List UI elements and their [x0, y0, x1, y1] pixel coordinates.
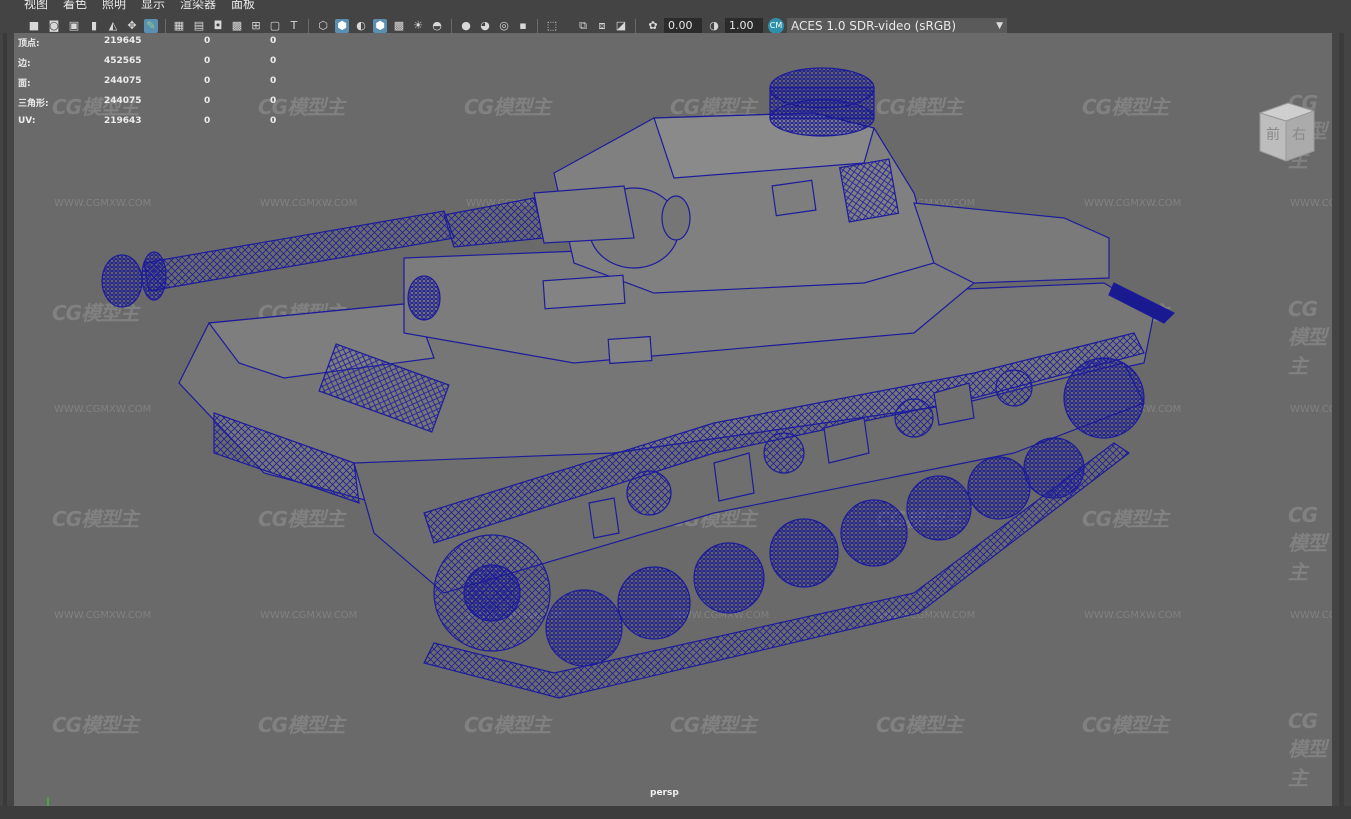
hud-value: 0 [270, 116, 277, 126]
2d-pan-icon[interactable]: ✥ [125, 19, 139, 33]
hud-value: 0 [204, 36, 211, 46]
viewcube-right-label: 右 [1292, 127, 1306, 143]
bookmark-icon[interactable]: ▮ [87, 19, 101, 33]
hud-value: 0 [204, 76, 211, 86]
hud-label: 边: [18, 59, 31, 69]
toolbar-separator [451, 19, 452, 34]
gamma-icon[interactable]: ◑ [707, 19, 721, 33]
axis-gizmo [47, 797, 49, 806]
screen-space-ao-icon[interactable]: ● [459, 19, 473, 33]
bottom-strip [0, 806, 1351, 819]
hud-value: 0 [270, 56, 277, 66]
hud-row-faces: 面: 244075 0 0 [18, 76, 278, 96]
hud-value: 0 [204, 96, 211, 106]
xray-icon[interactable]: ⧉ [576, 19, 590, 33]
menu-show[interactable]: 显示 [141, 0, 165, 11]
poly-count-hud: 顶点: 219645 0 0 边: 452565 0 0 面: 244075 0… [18, 36, 278, 136]
hud-value: 244075 [104, 76, 142, 86]
hud-label: 三角形: [18, 99, 49, 109]
hud-label: 顶点: [18, 39, 40, 49]
exposure-icon[interactable]: ✿ [646, 19, 660, 33]
menu-panels[interactable]: 面板 [231, 0, 255, 11]
hud-value: 219645 [104, 36, 142, 46]
camera-lock-icon[interactable]: ◙ [47, 19, 61, 33]
color-management-icon[interactable]: CM [768, 18, 784, 34]
menu-lighting[interactable]: 照明 [102, 0, 126, 11]
toolbar-separator [635, 19, 636, 34]
hud-row-vertices: 顶点: 219645 0 0 [18, 36, 278, 56]
xray-joints-icon[interactable]: ⧈ [595, 19, 609, 33]
hud-value: 0 [270, 76, 277, 86]
textured-icon[interactable]: ▩ [392, 19, 406, 33]
shadows-icon[interactable]: ◓ [430, 19, 444, 33]
menu-bar: 视图 着色 照明 显示 渲染器 面板 [0, 0, 1351, 13]
anti-alias-icon[interactable]: ◎ [497, 19, 511, 33]
view-cube[interactable]: 前 右 [1254, 99, 1318, 163]
toolbar-separator [165, 19, 166, 34]
tank-wireframe-model[interactable] [14, 33, 1332, 806]
hud-row-edges: 边: 452565 0 0 [18, 56, 278, 76]
menu-shading[interactable]: 着色 [63, 0, 87, 11]
hud-row-uvs: UV: 219643 0 0 [18, 116, 278, 136]
wireframe-icon[interactable]: ⬡ [316, 19, 330, 33]
hud-value: 0 [204, 56, 211, 66]
toolbar-separator [537, 19, 538, 34]
motion-blur-icon[interactable]: ◕ [478, 19, 492, 33]
hud-label: UV: [18, 116, 36, 126]
color-space-value: ACES 1.0 SDR-video (sRGB) [791, 19, 957, 33]
right-scrollbar[interactable] [1332, 33, 1351, 819]
hud-value: 219643 [104, 116, 142, 126]
3d-viewport[interactable]: CG模型主 WWW.CGMXW.COM CG模型主 WWW.CGMXW.COM CG模型… [14, 33, 1332, 806]
camera-name-label: persp [650, 788, 679, 798]
film-gate-icon[interactable]: ▤ [192, 19, 206, 33]
hud-value: 0 [270, 96, 277, 106]
menu-view[interactable]: 视图 [24, 0, 48, 11]
camera-select-icon[interactable]: ■ [27, 19, 41, 33]
safe-title-icon[interactable]: T [287, 19, 301, 33]
grid-icon[interactable]: ▦ [172, 19, 186, 33]
smooth-shade-icon[interactable]: ⬢ [335, 19, 349, 33]
toolbar-separator [308, 19, 309, 34]
lights-icon[interactable]: ☀ [411, 19, 425, 33]
depth-of-field-icon[interactable]: ▪ [516, 19, 530, 33]
gamma-field[interactable]: 1.00 [725, 18, 763, 34]
hud-value: 452565 [104, 56, 142, 66]
hud-value: 0 [204, 116, 211, 126]
hud-row-triangles: 三角形: 244075 0 0 [18, 96, 278, 116]
exposure-field[interactable]: 0.00 [664, 18, 702, 34]
wireframe-on-shaded-icon[interactable]: ⬢ [373, 19, 387, 33]
image-plane-icon[interactable]: ◭ [106, 19, 120, 33]
field-chart-icon[interactable]: ⊞ [249, 19, 263, 33]
viewcube-front-label: 前 [1266, 126, 1280, 143]
left-panel-edge [0, 33, 14, 819]
hud-value: 244075 [104, 96, 142, 106]
menu-renderer[interactable]: 渲染器 [180, 0, 216, 11]
xray-components-icon[interactable]: ◪ [614, 19, 628, 33]
safe-action-icon[interactable]: ▢ [268, 19, 282, 33]
hud-label: 面: [18, 79, 31, 89]
default-material-icon[interactable]: ◐ [354, 19, 368, 33]
isolate-select-icon[interactable]: ⬚ [545, 19, 559, 33]
hud-value: 0 [270, 36, 277, 46]
gate-mask-icon[interactable]: ▩ [230, 19, 244, 33]
grease-pencil-icon[interactable]: ✎ [144, 19, 158, 33]
resolution-gate-icon[interactable]: ◘ [211, 19, 225, 33]
camera-attr-icon[interactable]: ▣ [67, 19, 81, 33]
